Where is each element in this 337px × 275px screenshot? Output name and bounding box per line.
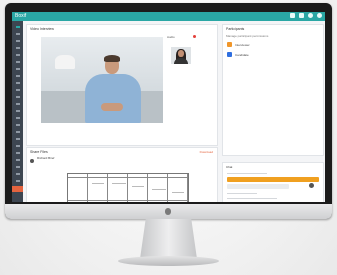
- user-avatar-icon[interactable]: [317, 13, 322, 18]
- self-head: [178, 50, 184, 57]
- table-text-line: [172, 192, 184, 193]
- document-panel: Share Files Download Richard Brief: [26, 147, 218, 202]
- sidebar-item-3[interactable]: [15, 40, 20, 42]
- self-body: [174, 58, 188, 64]
- document-title: Share Files: [30, 150, 48, 154]
- record-indicator-icon: [193, 35, 196, 38]
- chat-message-line: [227, 193, 257, 194]
- sidebar-item-9[interactable]: [15, 82, 20, 84]
- user-avatar-icon: [30, 159, 34, 163]
- chat-panel: Chat: [222, 162, 324, 202]
- sidebar-item-15[interactable]: [15, 124, 20, 126]
- monitor-chin: [5, 204, 332, 219]
- table-header-line: [68, 177, 188, 178]
- notification-icon[interactable]: [290, 13, 295, 18]
- scene-background: Boxif Video Interview Audio Participants…: [0, 0, 337, 275]
- sidebar-item-21[interactable]: [15, 166, 20, 168]
- sidebar: [12, 21, 23, 202]
- table-row-line: [68, 200, 188, 201]
- top-bar: Boxif: [12, 12, 325, 21]
- document-user: Richard Brief: [37, 156, 55, 160]
- sidebar-item-20[interactable]: [15, 159, 20, 161]
- participant-color-icon: [227, 52, 232, 57]
- apple-logo-icon: [165, 208, 171, 215]
- help-icon[interactable]: [308, 13, 313, 18]
- person-body: [85, 74, 141, 123]
- sidebar-item-23[interactable]: [15, 180, 20, 182]
- participant-item[interactable]: Interviewer: [227, 42, 250, 47]
- sidebar-item-6[interactable]: [15, 61, 20, 63]
- app-screen: Boxif Video Interview Audio Participants…: [12, 12, 325, 202]
- chat-message-highlight: [227, 177, 319, 182]
- participant-name: Interviewer: [235, 42, 250, 47]
- video-panel: Video Interview Audio: [26, 24, 218, 146]
- chat-title: Chat: [226, 165, 233, 169]
- person-hands: [101, 103, 123, 111]
- self-view-area: Audio: [167, 35, 213, 75]
- chat-avatar-icon: [309, 183, 314, 188]
- sidebar-item-22[interactable]: [15, 173, 20, 175]
- sidebar-item-5[interactable]: [15, 54, 20, 56]
- main-video-feed[interactable]: [41, 37, 163, 123]
- self-view-video[interactable]: [171, 47, 191, 64]
- table-text-line: [112, 183, 126, 184]
- sidebar-item-12[interactable]: [15, 103, 20, 105]
- chat-message: [227, 184, 289, 189]
- table-text-line: [132, 186, 144, 187]
- sidebar-item-13[interactable]: [15, 110, 20, 112]
- sidebar-item-19[interactable]: [15, 152, 20, 154]
- sidebar-item-home[interactable]: [15, 26, 20, 28]
- sidebar-item-11[interactable]: [15, 96, 20, 98]
- monitor-base: [118, 256, 219, 266]
- download-link[interactable]: Download: [200, 150, 213, 154]
- participant-item[interactable]: Candidate: [227, 52, 249, 57]
- participant-name: Candidate: [235, 52, 249, 57]
- lamp: [55, 55, 75, 69]
- chat-message-line: [227, 173, 267, 174]
- sidebar-item-17[interactable]: [15, 138, 20, 140]
- participants-panel: Participants Manage participant permissi…: [222, 24, 324, 156]
- sidebar-item-14[interactable]: [15, 117, 20, 119]
- sidebar-item-16[interactable]: [15, 131, 20, 133]
- monitor: Boxif Video Interview Audio Participants…: [5, 3, 332, 219]
- sidebar-item-10[interactable]: [15, 89, 20, 91]
- document-table[interactable]: [67, 173, 189, 202]
- settings-icon[interactable]: [299, 13, 304, 18]
- self-view-label: Audio: [167, 35, 175, 39]
- person-hair: [104, 55, 120, 62]
- sidebar-item-7[interactable]: [15, 68, 20, 70]
- video-panel-title: Video Interview: [30, 27, 54, 31]
- top-bar-icons: [290, 13, 322, 18]
- monitor-stand: [140, 219, 197, 259]
- table-text-line: [92, 183, 104, 184]
- sidebar-item-active[interactable]: [12, 186, 23, 192]
- table-text-line: [152, 189, 166, 190]
- participants-title: Participants: [226, 27, 245, 31]
- participants-subtitle: Manage participant permissions: [226, 34, 269, 38]
- app-brand[interactable]: Boxif: [15, 13, 26, 20]
- chat-message-line: [227, 198, 277, 199]
- sidebar-item-2[interactable]: [15, 33, 20, 35]
- sidebar-item-18[interactable]: [15, 145, 20, 147]
- participant-color-icon: [227, 42, 232, 47]
- sidebar-item-4[interactable]: [15, 47, 20, 49]
- sidebar-item-8[interactable]: [15, 75, 20, 77]
